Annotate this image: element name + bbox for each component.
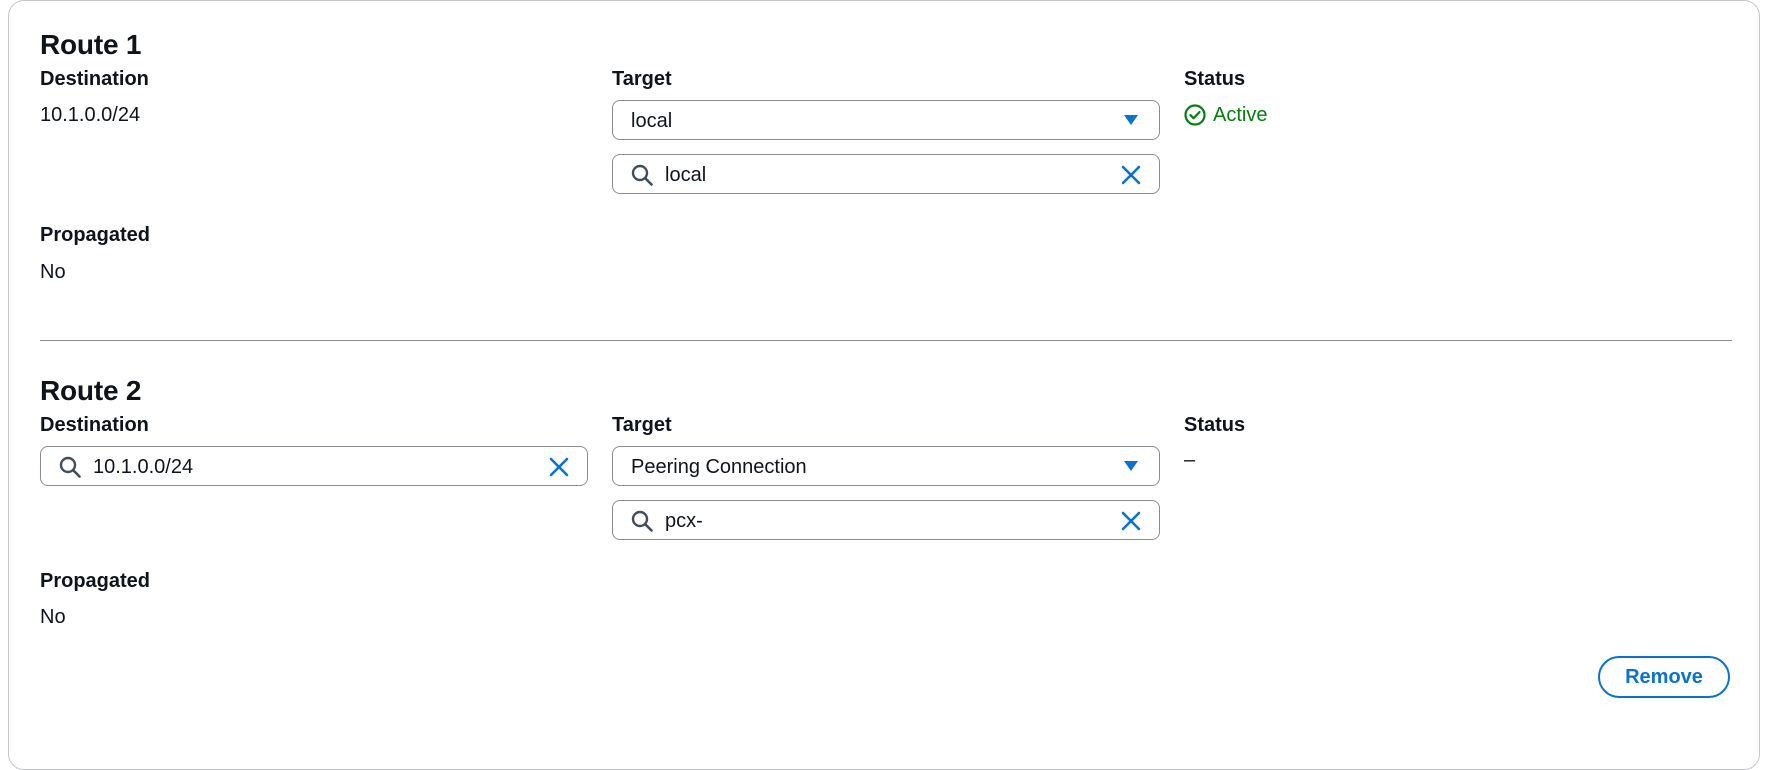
caret-down-icon xyxy=(1124,115,1138,125)
check-circle-icon xyxy=(1184,104,1206,126)
route-1-title: Route 1 xyxy=(40,29,142,60)
route-2-status-value: – xyxy=(1184,449,1196,471)
route-2-target-select[interactable]: Peering Connection xyxy=(612,446,1160,486)
route-2-propagated-value: No xyxy=(40,606,66,628)
route-2-destination-search[interactable]: 10.1.0.0/24 xyxy=(40,446,588,486)
close-icon[interactable] xyxy=(1119,163,1143,187)
close-icon[interactable] xyxy=(547,455,571,479)
close-icon[interactable] xyxy=(1119,509,1143,533)
search-icon xyxy=(631,510,653,532)
route-1-status-label: Status xyxy=(1184,68,1246,90)
route-2-title: Route 2 xyxy=(40,375,142,406)
route-divider xyxy=(40,340,1732,341)
route-1-target-search-value: local xyxy=(665,164,707,186)
route-1-destination-label: Destination xyxy=(40,68,149,90)
route-2-target-label: Target xyxy=(612,414,672,436)
search-icon xyxy=(59,456,81,478)
search-icon xyxy=(631,164,653,186)
route-1-target-select-value: local xyxy=(631,110,673,132)
route-1-target-search[interactable]: local xyxy=(612,154,1160,194)
route-1-status-value: Active xyxy=(1213,104,1268,126)
route-2-status-label: Status xyxy=(1184,414,1246,436)
route-2-target-search-value: pcx- xyxy=(665,510,703,532)
route-2-target-search[interactable]: pcx- xyxy=(612,500,1160,540)
caret-down-icon xyxy=(1124,461,1138,471)
route-2-propagated-label: Propagated xyxy=(40,570,151,592)
remove-button[interactable]: Remove xyxy=(1598,656,1730,698)
route-2-destination-label: Destination xyxy=(40,414,149,436)
route-1-target-label: Target xyxy=(612,68,672,90)
route-1-target-select[interactable]: local xyxy=(612,100,1160,140)
route-2-destination-search-value: 10.1.0.0/24 xyxy=(93,456,194,478)
route-1-destination-value: 10.1.0.0/24 xyxy=(40,104,141,126)
route-2-target-select-value: Peering Connection xyxy=(631,456,807,478)
route-1-propagated-label: Propagated xyxy=(40,224,151,246)
route-1-propagated-value: No xyxy=(40,261,66,283)
status-badge: Active xyxy=(1184,103,1267,127)
